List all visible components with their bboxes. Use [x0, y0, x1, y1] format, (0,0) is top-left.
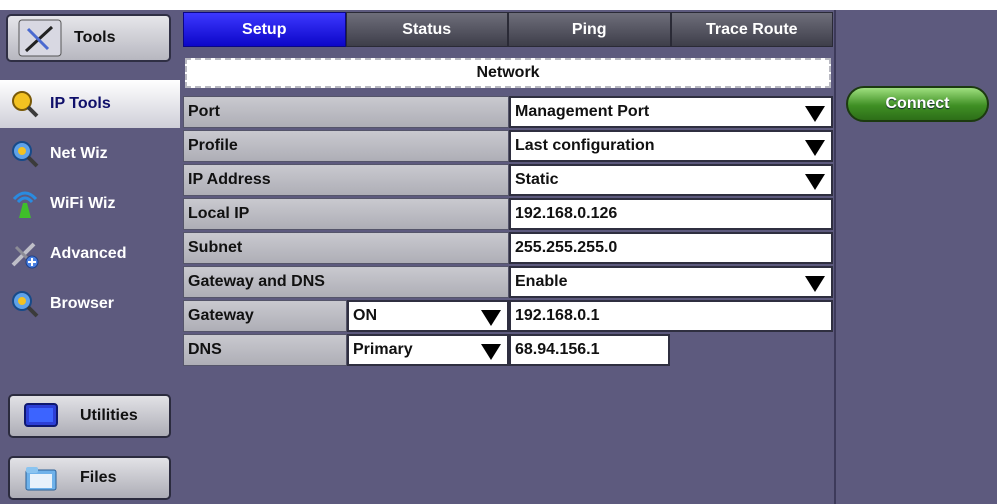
tools-icon: [18, 19, 62, 57]
local-ip-label: Local IP: [183, 198, 509, 230]
dns-mode-value: Primary: [353, 341, 413, 358]
settings-row-profile: Profile Last configuration: [183, 130, 833, 164]
magnifier-icon: [12, 291, 39, 318]
dropdown-arrow-icon[interactable]: [805, 140, 825, 156]
gateway-label: Gateway: [183, 300, 347, 332]
ip-address-value: Static: [515, 171, 559, 188]
tab-ping[interactable]: Ping: [508, 12, 671, 47]
magnifier-icon: [12, 91, 39, 118]
settings-row-local-ip: Local IP 192.168.0.126: [183, 198, 833, 232]
port-value: Management Port: [515, 103, 650, 120]
sidebar-item-ip-tools[interactable]: IP Tools: [0, 80, 180, 128]
connect-button[interactable]: Connect: [846, 86, 989, 122]
port-label: Port: [183, 96, 509, 128]
wifi-antenna-icon: [12, 191, 38, 218]
sidebar-item-wifi-wiz[interactable]: WiFi Wiz: [0, 180, 180, 228]
dropdown-arrow-icon[interactable]: [481, 310, 501, 326]
gateway-field[interactable]: 192.168.0.1: [509, 300, 833, 332]
subnet-label: Subnet: [183, 232, 509, 264]
folder-icon: [25, 467, 57, 491]
sidebar-item-browser[interactable]: Browser: [0, 280, 180, 328]
monitor-icon: [24, 403, 58, 427]
settings-row-gateway: Gateway ON 192.168.0.1: [183, 300, 833, 334]
sidebar-item-label: WiFi Wiz: [50, 195, 116, 212]
tab-trace-route[interactable]: Trace Route: [670, 12, 833, 47]
dropdown-arrow-icon[interactable]: [805, 276, 825, 292]
utilities-button[interactable]: Utilities: [8, 394, 171, 438]
sidebar-item-label: IP Tools: [50, 95, 111, 112]
profile-label: Profile: [183, 130, 509, 162]
sidebar: Tools IP Tools Net Wiz WiFi Wiz Advanced…: [0, 10, 180, 504]
tab-bar: Setup Status Ping Trace Route: [183, 12, 833, 47]
settings-table: Port Management Port Profile Last config…: [183, 96, 833, 368]
utilities-label: Utilities: [80, 407, 138, 424]
gateway-dns-label: Gateway and DNS: [183, 266, 509, 298]
profile-select[interactable]: Last configuration: [509, 130, 833, 162]
magnifier-icon: [12, 141, 39, 168]
settings-row-gateway-dns: Gateway and DNS Enable: [183, 266, 833, 300]
dns-field[interactable]: 68.94.156.1: [509, 334, 670, 366]
panel-divider: [834, 10, 836, 504]
settings-row-port: Port Management Port: [183, 96, 833, 130]
settings-row-ip-address: IP Address Static: [183, 164, 833, 198]
gateway-mode-select[interactable]: ON: [347, 300, 509, 332]
section-title: Network: [185, 58, 831, 88]
gateway-dns-select[interactable]: Enable: [509, 266, 833, 298]
tab-status[interactable]: Status: [345, 12, 508, 47]
gateway-dns-value: Enable: [515, 273, 568, 290]
sidebar-item-label: Browser: [50, 295, 115, 312]
ip-address-label: IP Address: [183, 164, 509, 196]
files-button[interactable]: Files: [8, 456, 171, 500]
profile-value: Last configuration: [515, 137, 655, 154]
files-label: Files: [80, 469, 117, 486]
ip-address-select[interactable]: Static: [509, 164, 833, 196]
tools-label: Tools: [74, 29, 116, 46]
dropdown-arrow-icon[interactable]: [805, 174, 825, 190]
settings-row-dns: DNS Primary 68.94.156.1: [183, 334, 833, 368]
tab-setup[interactable]: Setup: [183, 12, 346, 47]
port-select[interactable]: Management Port: [509, 96, 833, 128]
sidebar-item-label: Net Wiz: [50, 145, 108, 162]
dropdown-arrow-icon[interactable]: [481, 344, 501, 360]
sidebar-item-net-wiz[interactable]: Net Wiz: [0, 130, 180, 178]
settings-row-subnet: Subnet 255.255.255.0: [183, 232, 833, 266]
tools-button[interactable]: Tools: [6, 14, 171, 62]
advanced-tools-icon: [11, 242, 39, 269]
dns-mode-select[interactable]: Primary: [347, 334, 509, 366]
dns-label: DNS: [183, 334, 347, 366]
dropdown-arrow-icon[interactable]: [805, 106, 825, 122]
gateway-mode-value: ON: [353, 307, 377, 324]
sidebar-item-advanced[interactable]: Advanced: [0, 230, 180, 278]
subnet-field[interactable]: 255.255.255.0: [509, 232, 833, 264]
sidebar-item-label: Advanced: [50, 245, 127, 262]
local-ip-field[interactable]: 192.168.0.126: [509, 198, 833, 230]
